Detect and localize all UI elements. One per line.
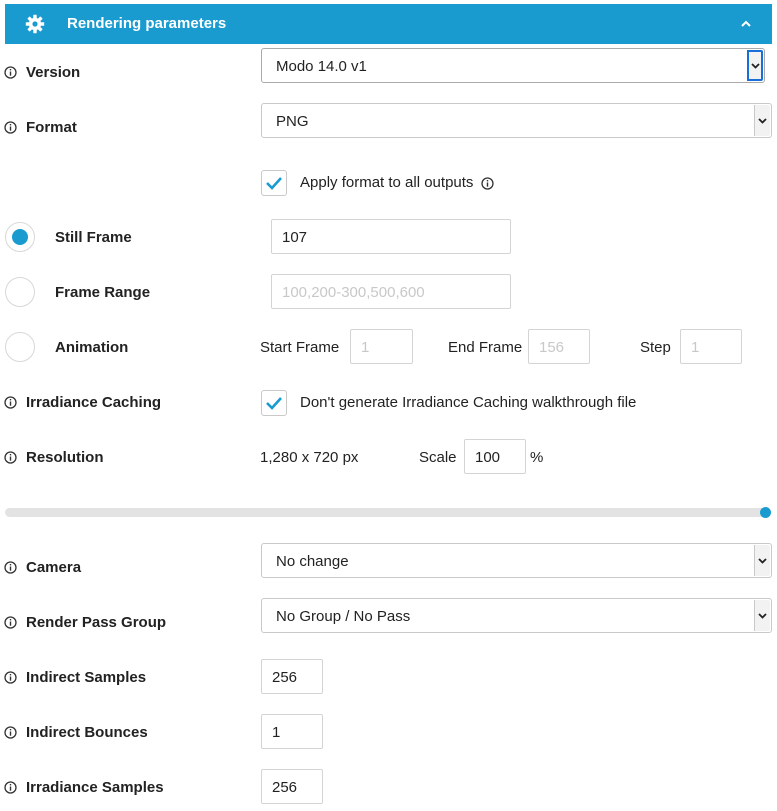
info-icon[interactable] <box>4 671 17 684</box>
camera-value: No change <box>276 553 349 570</box>
irradiance-samples-input[interactable]: 256 <box>261 769 323 804</box>
scale-input[interactable]: 100 <box>464 439 526 474</box>
frame-range-radio[interactable] <box>5 277 35 307</box>
indirect-samples-input[interactable]: 256 <box>261 659 323 694</box>
indirect-bounces-input[interactable]: 1 <box>261 714 323 749</box>
info-icon[interactable] <box>481 177 494 190</box>
resolution-value: 1,280 x 720 px <box>260 449 359 466</box>
animation-radio[interactable] <box>5 332 35 362</box>
camera-select[interactable]: No change <box>261 543 772 578</box>
camera-label: Camera <box>26 559 82 576</box>
panel-title: Rendering parameters <box>67 15 227 32</box>
irradiance-samples-label: Irradiance Samples <box>26 779 164 796</box>
checkmark-icon <box>266 177 282 190</box>
end-frame-input[interactable]: 156 <box>528 329 590 364</box>
still-frame-label: Still Frame <box>55 229 132 246</box>
chevron-down-icon[interactable] <box>747 50 763 81</box>
version-select[interactable]: Modo 14.0 v1 <box>261 48 765 83</box>
chevron-down-icon[interactable] <box>754 105 770 136</box>
info-icon[interactable] <box>4 781 17 794</box>
still-frame-radio[interactable] <box>5 222 35 252</box>
info-icon[interactable] <box>4 561 17 574</box>
irradiance-caching-label: Irradiance Caching <box>26 394 162 411</box>
irradiance-caching-checkbox[interactable] <box>261 390 287 416</box>
indirect-samples-label: Indirect Samples <box>26 669 147 686</box>
chevron-down-icon[interactable] <box>754 600 770 631</box>
apply-format-checkbox[interactable] <box>261 170 287 196</box>
step-input[interactable]: 1 <box>680 329 742 364</box>
info-icon[interactable] <box>4 121 17 134</box>
scale-label: Scale <box>419 449 457 466</box>
info-icon[interactable] <box>4 396 17 409</box>
info-icon[interactable] <box>4 616 17 629</box>
render-pass-group-value: No Group / No Pass <box>276 608 411 625</box>
info-icon[interactable] <box>4 66 17 79</box>
indirect-bounces-label: Indirect Bounces <box>26 724 148 741</box>
format-select[interactable]: PNG <box>261 103 772 138</box>
start-frame-label: Start Frame <box>260 339 340 356</box>
step-label: Step <box>640 339 671 356</box>
render-pass-group-label: Render Pass Group <box>26 614 167 631</box>
info-icon[interactable] <box>4 451 17 464</box>
still-frame-input[interactable]: 107 <box>271 219 511 254</box>
frame-range-label: Frame Range <box>55 284 151 301</box>
format-value: PNG <box>276 113 309 130</box>
scale-unit: % <box>530 449 544 466</box>
render-pass-group-select[interactable]: No Group / No Pass <box>261 598 772 633</box>
gear-icon <box>25 14 45 34</box>
chevron-up-icon[interactable] <box>740 18 752 30</box>
chevron-down-icon[interactable] <box>754 545 770 576</box>
end-frame-label: End Frame <box>448 339 523 356</box>
info-icon[interactable] <box>4 726 17 739</box>
animation-label: Animation <box>55 339 129 356</box>
format-label: Format <box>26 119 77 136</box>
resolution-slider-track[interactable] <box>5 508 770 517</box>
version-value: Modo 14.0 v1 <box>276 58 367 75</box>
frame-range-input[interactable]: 100,200-300,500,600 <box>271 274 511 309</box>
start-frame-input[interactable]: 1 <box>350 329 413 364</box>
apply-format-label: Apply format to all outputs <box>300 174 474 191</box>
resolution-slider-thumb[interactable] <box>760 507 771 518</box>
checkmark-icon <box>266 397 282 410</box>
rendering-parameters-header[interactable]: Rendering parameters <box>5 4 772 44</box>
resolution-label: Resolution <box>26 449 104 466</box>
version-label: Version <box>26 64 81 81</box>
irradiance-caching-option: Don't generate Irradiance Caching walkth… <box>300 394 637 411</box>
